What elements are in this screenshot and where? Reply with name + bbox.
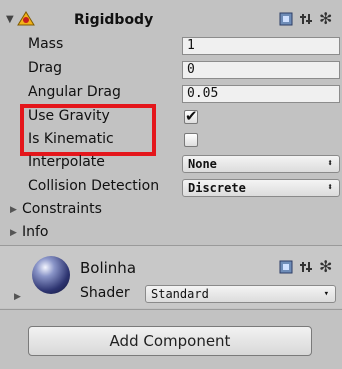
use-gravity-checkbox[interactable]: ✔ xyxy=(184,107,198,125)
drag-field[interactable]: 0 xyxy=(182,61,340,79)
rigidbody-icon xyxy=(16,11,36,27)
foldout-arrow-icon[interactable]: ▼ xyxy=(6,14,14,25)
dropdown-arrow-icon: ⬍ xyxy=(326,158,333,169)
inspector-panel: ▼ Rigidbody ✻ Mass 1 Drag 0 Angular Drag… xyxy=(0,0,342,369)
book-icon[interactable] xyxy=(279,260,293,274)
collision-detection-value: Discrete xyxy=(188,181,246,195)
gear-icon[interactable]: ✻ xyxy=(319,9,332,28)
material-name: Bolinha xyxy=(80,259,137,277)
collision-detection-dropdown[interactable]: Discrete ⬍ xyxy=(182,179,340,197)
shader-dropdown[interactable]: Standard ▾ xyxy=(145,285,336,303)
foldout-arrow-icon[interactable]: ▶ xyxy=(10,205,17,215)
angular-drag-field[interactable]: 0.05 xyxy=(182,85,340,103)
dropdown-arrow-icon: ▾ xyxy=(323,289,329,299)
is-kinematic-checkbox[interactable] xyxy=(184,133,198,147)
dropdown-arrow-icon: ⬍ xyxy=(326,182,333,193)
mass-field[interactable]: 1 xyxy=(182,37,340,55)
checkmark-icon: ✔ xyxy=(185,107,198,125)
interpolate-dropdown[interactable]: None ⬍ xyxy=(182,155,340,173)
preset-icon[interactable] xyxy=(299,12,313,26)
book-icon[interactable] xyxy=(279,12,293,26)
foldout-arrow-icon[interactable]: ▶ xyxy=(14,292,21,302)
preset-icon[interactable] xyxy=(299,260,313,274)
foldout-arrow-icon[interactable]: ▶ xyxy=(10,228,17,238)
shader-label: Shader xyxy=(80,285,130,301)
interpolate-value: None xyxy=(188,157,217,171)
add-component-button[interactable]: Add Component xyxy=(28,326,312,356)
component-title: Rigidbody xyxy=(74,12,154,28)
interpolate-label: Interpolate xyxy=(28,154,105,170)
drag-label: Drag xyxy=(28,60,63,76)
constraints-foldout[interactable]: Constraints xyxy=(22,201,102,217)
info-foldout[interactable]: Info xyxy=(22,224,49,240)
divider xyxy=(0,309,342,310)
gear-icon[interactable]: ✻ xyxy=(319,257,332,276)
collision-detection-label: Collision Detection xyxy=(28,178,160,194)
material-preview-sphere xyxy=(32,256,70,294)
mass-label: Mass xyxy=(28,36,64,52)
shader-value: Standard xyxy=(151,287,209,301)
highlight-box xyxy=(20,104,156,156)
angular-drag-label: Angular Drag xyxy=(28,84,121,100)
